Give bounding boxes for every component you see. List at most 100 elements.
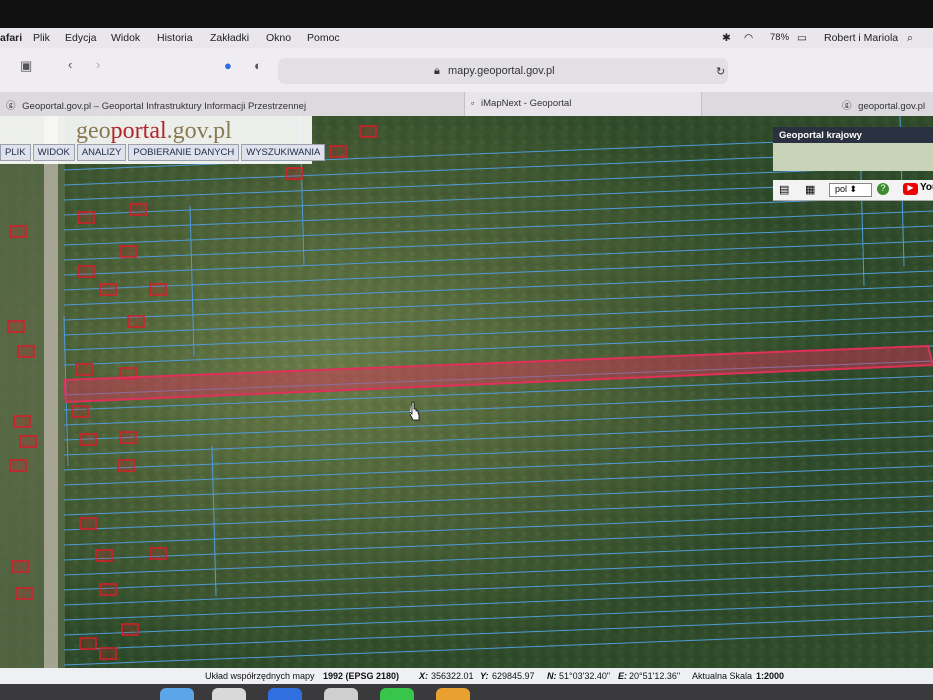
page-favicon-icon: ▫ — [471, 98, 475, 109]
tab-label: iMapNext - Geoportal — [481, 98, 572, 109]
building-outline — [9, 459, 27, 472]
geoportal-favicon-icon: ⓖ — [6, 101, 16, 112]
crs-value: 1992 (EPSG 2180) — [323, 671, 400, 681]
user-name[interactable]: Robert i Mariola — [824, 32, 898, 44]
building-outline — [285, 167, 303, 180]
menu-okno[interactable]: Okno — [266, 32, 291, 44]
tab-geoportal-main[interactable]: ⓖ Geoportal.gov.pl – Geoportal Infrastru… — [0, 92, 465, 116]
building-outline — [19, 435, 37, 448]
building-outline — [129, 203, 147, 216]
menu-zakladki[interactable]: Zakładki — [210, 32, 249, 44]
menu-wyszukiwania-button[interactable]: WYSZUKIWANIA — [241, 144, 326, 161]
mail-dock-icon[interactable] — [268, 688, 302, 700]
shield-icon[interactable]: ◐ — [254, 58, 262, 73]
macos-menubar: afari Plik Edycja Widok Historia Zakładk… — [0, 28, 933, 48]
menu-app-name[interactable]: afari — [0, 32, 22, 44]
building-outline — [359, 125, 377, 138]
building-outline — [117, 459, 135, 472]
building-outline — [9, 225, 27, 238]
battery-percent: 78% — [770, 32, 790, 43]
building-outline — [149, 283, 167, 296]
list-icon[interactable]: ▤ — [779, 183, 789, 196]
overview-map[interactable] — [773, 143, 933, 171]
tab-label: geoportal.gov.pl — [858, 101, 926, 112]
macos-dock — [0, 684, 933, 700]
app-dock-icon[interactable] — [324, 688, 358, 700]
wms-icon[interactable]: ▦ — [805, 183, 815, 196]
messages-dock-icon[interactable] — [380, 688, 414, 700]
reload-icon[interactable]: ↻ — [716, 65, 725, 78]
geoportal-menu: PLIK WIDOK ANALIZY POBIERANIE DANYCH WYSZUKI… — [0, 142, 327, 162]
building-outline — [11, 560, 29, 573]
n-label: N: — [547, 671, 557, 681]
y-coordinate: 629845.97 — [492, 671, 535, 681]
url-text: mapy.geoportal.gov.pl — [448, 65, 555, 77]
building-outline — [99, 583, 117, 596]
geoportal-logo[interactable]: geoportal.gov.pl — [76, 118, 232, 145]
back-icon[interactable]: ‹ — [68, 57, 72, 72]
scale-label: Aktualna Skala — [692, 671, 753, 681]
wifi-icon[interactable]: ◠ — [744, 32, 753, 44]
building-outline — [127, 315, 145, 328]
language-value: pol — [835, 184, 848, 194]
menu-widok[interactable]: Widok — [111, 32, 140, 44]
building-outline — [121, 623, 139, 636]
building-outline — [75, 363, 93, 376]
geoportal-krajowy-title: Geoportal krajowy — [779, 130, 862, 141]
menu-widok-button[interactable]: WIDOK — [32, 144, 75, 161]
app-dock-icon[interactable] — [436, 688, 470, 700]
bluetooth-icon[interactable]: ✱ — [722, 32, 731, 44]
tools-strip: ▤ ▦ pol ⬍ ? ▶ YouTube — [773, 180, 933, 201]
finder-dock-icon[interactable] — [160, 688, 194, 700]
scale-value: 1:2000 — [756, 671, 785, 681]
logo-part-geo: geo — [76, 118, 111, 144]
tab-imapnext[interactable]: ▫ iMapNext - Geoportal — [465, 92, 702, 116]
menu-plik-button[interactable]: PLIK — [0, 144, 31, 161]
menu-edycja[interactable]: Edycja — [65, 32, 97, 44]
tab-label: Geoportal.gov.pl – Geoportal Infrastrukt… — [22, 101, 307, 112]
building-outline — [119, 245, 137, 258]
building-outline — [13, 415, 31, 428]
forward-icon[interactable]: › — [96, 57, 100, 72]
y-label: Y: — [480, 671, 489, 681]
menu-analizy-button[interactable]: ANALIZY — [76, 144, 127, 161]
address-bar[interactable]: 🔒︎ mapy.geoportal.gov.pl ↻ — [278, 58, 728, 84]
menu-historia[interactable]: Historia — [157, 32, 193, 44]
tab-geoportal-short[interactable]: ⓖ geoportal.gov.pl — [836, 92, 933, 116]
x-coordinate: 356322.01 — [431, 671, 474, 681]
e-coordinate: 20°51'12.36" — [629, 671, 681, 681]
building-outline — [79, 433, 97, 446]
language-select[interactable]: pol ⬍ — [829, 183, 872, 197]
youtube-icon[interactable]: ▶ — [903, 183, 918, 195]
logo-part-domain: .gov.pl — [166, 118, 232, 144]
n-coordinate: 51°03'32.40" — [559, 671, 611, 681]
menu-plik[interactable]: Plik — [33, 32, 50, 44]
building-outline — [99, 647, 117, 660]
battery-icon[interactable]: ▭ — [797, 32, 807, 44]
x-label: X: — [419, 671, 428, 681]
tab-bar: ⓖ Geoportal.gov.pl – Geoportal Infrastru… — [0, 92, 933, 116]
road — [44, 116, 58, 668]
e-label: E: — [618, 671, 627, 681]
building-outline — [119, 431, 137, 444]
search-icon[interactable]: ⌕ — [907, 32, 913, 45]
coordinates-statusbar: Układ współrzędnych mapy 1992 (EPSG 2180… — [0, 668, 933, 684]
menu-pomoc[interactable]: Pomoc — [307, 32, 340, 44]
building-outline — [149, 547, 167, 560]
geoportal-krajowy-panel[interactable]: Geoportal krajowy — [773, 127, 933, 171]
building-outline — [77, 211, 95, 224]
lock-icon: 🔒︎ — [434, 65, 440, 77]
privacy-shield-icon[interactable]: ● — [224, 58, 232, 73]
building-outline — [79, 517, 97, 530]
sidebar-icon[interactable]: ▣ — [20, 58, 32, 74]
building-outline — [15, 587, 33, 600]
help-icon[interactable]: ? — [877, 183, 889, 195]
menu-pobieranie-button[interactable]: POBIERANIE DANYCH — [128, 144, 240, 161]
building-outline — [329, 145, 347, 158]
building-outline — [71, 405, 89, 418]
youtube-label: YouTube — [920, 182, 933, 193]
building-outline — [77, 265, 95, 278]
building-outline — [79, 637, 97, 650]
app-dock-icon[interactable] — [212, 688, 246, 700]
building-outline — [95, 549, 113, 562]
